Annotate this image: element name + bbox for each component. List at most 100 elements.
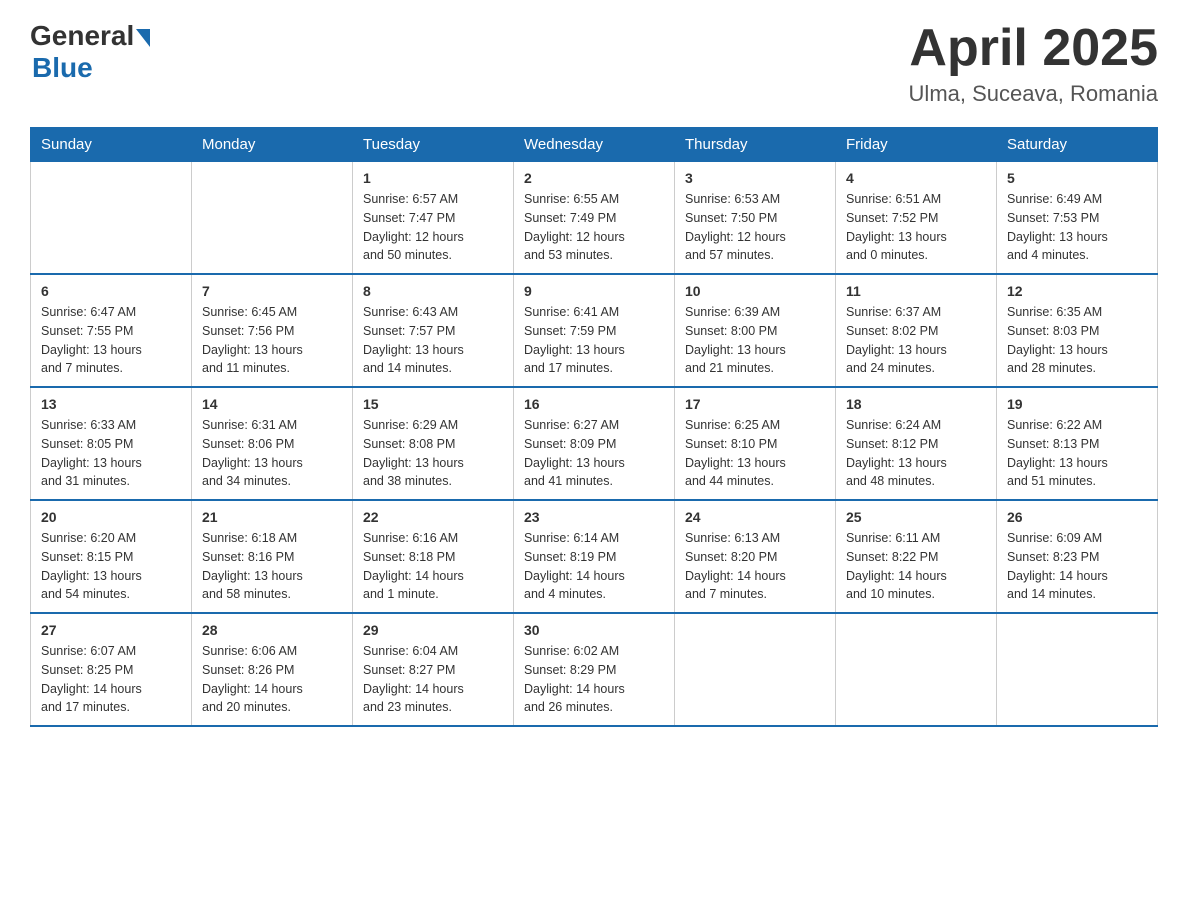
day-number: 3 — [685, 170, 825, 186]
calendar-cell: 15 Sunrise: 6:29 AM Sunset: 8:08 PM Dayli… — [353, 387, 514, 500]
day-info: Sunrise: 6:20 AM Sunset: 8:15 PM Dayligh… — [41, 529, 181, 604]
logo-triangle-icon — [136, 29, 150, 47]
calendar-cell: 28 Sunrise: 6:06 AM Sunset: 8:26 PM Dayli… — [192, 613, 353, 726]
calendar-cell: 5Sunrise: 6:49 AM Sunset: 7:53 PM Daylig… — [997, 162, 1158, 275]
day-number: 6 — [41, 283, 181, 299]
day-info: Sunrise: 6:35 AM Sunset: 8:03 PM Dayligh… — [1007, 303, 1147, 378]
title-block: April 2025 Ulma, Suceava, Romania — [909, 20, 1158, 107]
week-row-2: 6Sunrise: 6:47 AM Sunset: 7:55 PM Daylig… — [31, 274, 1158, 387]
day-info: Sunrise: 6:29 AM Sunset: 8:08 PM Dayligh… — [363, 416, 503, 491]
week-row-3: 13 Sunrise: 6:33 AM Sunset: 8:05 PM Dayli… — [31, 387, 1158, 500]
week-row-4: 20Sunrise: 6:20 AM Sunset: 8:15 PM Dayli… — [31, 500, 1158, 613]
day-number: 11 — [846, 283, 986, 299]
day-number: 4 — [846, 170, 986, 186]
day-number: 9 — [524, 283, 664, 299]
calendar-cell: 27 Sunrise: 6:07 AM Sunset: 8:25 PM Dayli… — [31, 613, 192, 726]
day-info: Sunrise: 6:33 AM Sunset: 8:05 PM Dayligh… — [41, 416, 181, 491]
day-number: 18 — [846, 396, 986, 412]
calendar-cell: 6Sunrise: 6:47 AM Sunset: 7:55 PM Daylig… — [31, 274, 192, 387]
day-info: Sunrise: 6:07 AM Sunset: 8:25 PM Dayligh… — [41, 642, 181, 717]
day-number: 15 — [363, 396, 503, 412]
calendar-cell: 30Sunrise: 6:02 AM Sunset: 8:29 PM Dayli… — [514, 613, 675, 726]
calendar-cell: 3 Sunrise: 6:53 AM Sunset: 7:50 PM Daylig… — [675, 162, 836, 275]
month-title: April 2025 — [909, 20, 1158, 77]
page-header: General Blue April 2025 Ulma, Suceava, R… — [30, 20, 1158, 107]
calendar-cell — [192, 162, 353, 275]
day-number: 27 — [41, 622, 181, 638]
logo-general-text: General — [30, 20, 134, 52]
day-number: 1 — [363, 170, 503, 186]
day-number: 10 — [685, 283, 825, 299]
day-number: 14 — [202, 396, 342, 412]
day-info: Sunrise: 6:37 AM Sunset: 8:02 PM Dayligh… — [846, 303, 986, 378]
calendar-cell: 1 Sunrise: 6:57 AM Sunset: 7:47 PM Daylig… — [353, 162, 514, 275]
calendar-cell: 9 Sunrise: 6:41 AM Sunset: 7:59 PM Daylig… — [514, 274, 675, 387]
calendar-cell: 12 Sunrise: 6:35 AM Sunset: 8:03 PM Dayli… — [997, 274, 1158, 387]
location-text: Ulma, Suceava, Romania — [909, 81, 1158, 107]
day-number: 22 — [363, 509, 503, 525]
calendar-cell: 14 Sunrise: 6:31 AM Sunset: 8:06 PM Dayli… — [192, 387, 353, 500]
calendar-header-row: SundayMondayTuesdayWednesdayThursdayFrid… — [31, 128, 1158, 162]
day-number: 17 — [685, 396, 825, 412]
week-row-1: 1 Sunrise: 6:57 AM Sunset: 7:47 PM Daylig… — [31, 162, 1158, 275]
calendar-cell: 7 Sunrise: 6:45 AM Sunset: 7:56 PM Daylig… — [192, 274, 353, 387]
logo-blue-text: Blue — [32, 52, 93, 84]
day-number: 25 — [846, 509, 986, 525]
day-info: Sunrise: 6:41 AM Sunset: 7:59 PM Dayligh… — [524, 303, 664, 378]
day-info: Sunrise: 6:18 AM Sunset: 8:16 PM Dayligh… — [202, 529, 342, 604]
calendar-cell: 25 Sunrise: 6:11 AM Sunset: 8:22 PM Dayli… — [836, 500, 997, 613]
calendar-table: SundayMondayTuesdayWednesdayThursdayFrid… — [30, 127, 1158, 727]
header-saturday: Saturday — [997, 128, 1158, 162]
header-wednesday: Wednesday — [514, 128, 675, 162]
day-number: 16 — [524, 396, 664, 412]
calendar-cell: 26 Sunrise: 6:09 AM Sunset: 8:23 PM Dayli… — [997, 500, 1158, 613]
day-info: Sunrise: 6:39 AM Sunset: 8:00 PM Dayligh… — [685, 303, 825, 378]
day-number: 30 — [524, 622, 664, 638]
day-info: Sunrise: 6:43 AM Sunset: 7:57 PM Dayligh… — [363, 303, 503, 378]
day-info: Sunrise: 6:25 AM Sunset: 8:10 PM Dayligh… — [685, 416, 825, 491]
calendar-cell: 2 Sunrise: 6:55 AM Sunset: 7:49 PM Daylig… — [514, 162, 675, 275]
calendar-cell: 18 Sunrise: 6:24 AM Sunset: 8:12 PM Dayli… — [836, 387, 997, 500]
header-monday: Monday — [192, 128, 353, 162]
day-number: 13 — [41, 396, 181, 412]
day-info: Sunrise: 6:55 AM Sunset: 7:49 PM Dayligh… — [524, 190, 664, 265]
day-info: Sunrise: 6:14 AM Sunset: 8:19 PM Dayligh… — [524, 529, 664, 604]
calendar-cell: 20Sunrise: 6:20 AM Sunset: 8:15 PM Dayli… — [31, 500, 192, 613]
day-info: Sunrise: 6:24 AM Sunset: 8:12 PM Dayligh… — [846, 416, 986, 491]
day-number: 2 — [524, 170, 664, 186]
calendar-cell — [997, 613, 1158, 726]
day-info: Sunrise: 6:11 AM Sunset: 8:22 PM Dayligh… — [846, 529, 986, 604]
day-number: 5 — [1007, 170, 1147, 186]
day-info: Sunrise: 6:57 AM Sunset: 7:47 PM Dayligh… — [363, 190, 503, 265]
day-info: Sunrise: 6:06 AM Sunset: 8:26 PM Dayligh… — [202, 642, 342, 717]
day-number: 28 — [202, 622, 342, 638]
day-info: Sunrise: 6:53 AM Sunset: 7:50 PM Dayligh… — [685, 190, 825, 265]
calendar-cell: 19 Sunrise: 6:22 AM Sunset: 8:13 PM Dayli… — [997, 387, 1158, 500]
day-info: Sunrise: 6:13 AM Sunset: 8:20 PM Dayligh… — [685, 529, 825, 604]
day-info: Sunrise: 6:22 AM Sunset: 8:13 PM Dayligh… — [1007, 416, 1147, 491]
calendar-cell — [31, 162, 192, 275]
day-info: Sunrise: 6:04 AM Sunset: 8:27 PM Dayligh… — [363, 642, 503, 717]
calendar-cell: 24Sunrise: 6:13 AM Sunset: 8:20 PM Dayli… — [675, 500, 836, 613]
calendar-cell: 11 Sunrise: 6:37 AM Sunset: 8:02 PM Dayli… — [836, 274, 997, 387]
logo: General Blue — [30, 20, 150, 84]
calendar-cell: 16 Sunrise: 6:27 AM Sunset: 8:09 PM Dayli… — [514, 387, 675, 500]
day-info: Sunrise: 6:09 AM Sunset: 8:23 PM Dayligh… — [1007, 529, 1147, 604]
day-info: Sunrise: 6:27 AM Sunset: 8:09 PM Dayligh… — [524, 416, 664, 491]
calendar-cell: 4Sunrise: 6:51 AM Sunset: 7:52 PM Daylig… — [836, 162, 997, 275]
calendar-cell: 13 Sunrise: 6:33 AM Sunset: 8:05 PM Dayli… — [31, 387, 192, 500]
day-number: 8 — [363, 283, 503, 299]
calendar-cell — [675, 613, 836, 726]
calendar-cell: 23 Sunrise: 6:14 AM Sunset: 8:19 PM Dayli… — [514, 500, 675, 613]
calendar-cell: 8 Sunrise: 6:43 AM Sunset: 7:57 PM Daylig… — [353, 274, 514, 387]
day-number: 19 — [1007, 396, 1147, 412]
day-number: 7 — [202, 283, 342, 299]
day-number: 12 — [1007, 283, 1147, 299]
day-info: Sunrise: 6:45 AM Sunset: 7:56 PM Dayligh… — [202, 303, 342, 378]
day-number: 26 — [1007, 509, 1147, 525]
calendar-cell — [836, 613, 997, 726]
day-info: Sunrise: 6:31 AM Sunset: 8:06 PM Dayligh… — [202, 416, 342, 491]
calendar-cell: 10 Sunrise: 6:39 AM Sunset: 8:00 PM Dayli… — [675, 274, 836, 387]
calendar-cell: 22Sunrise: 6:16 AM Sunset: 8:18 PM Dayli… — [353, 500, 514, 613]
day-number: 23 — [524, 509, 664, 525]
